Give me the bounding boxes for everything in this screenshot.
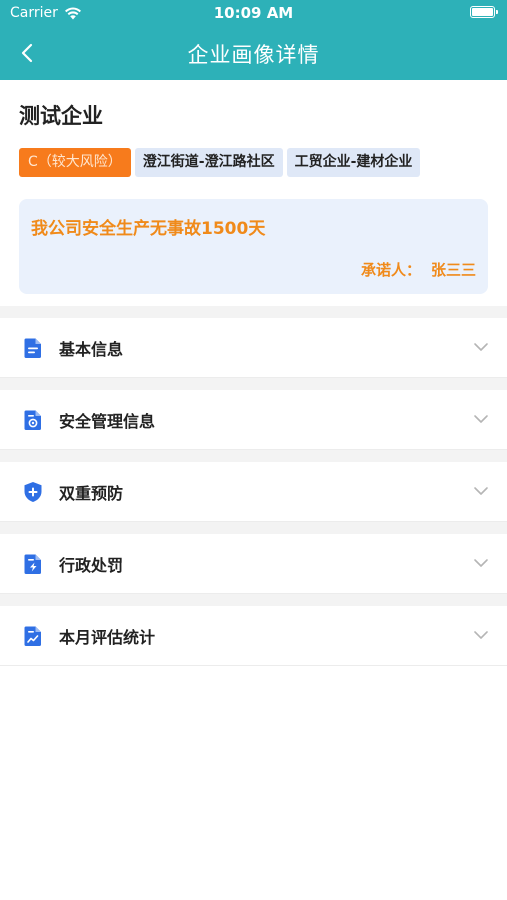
header: Carrier 10:09 AM 企业画像详情: [0, 0, 507, 80]
status-right: [470, 6, 498, 18]
chevron-down-icon: [474, 487, 488, 495]
status-bar: Carrier 10:09 AM: [0, 0, 507, 28]
section-label: 安全管理信息: [59, 411, 156, 431]
pledge-text: 我公司安全生产无事故1500天: [31, 219, 266, 239]
page-title: 企业画像详情: [187, 43, 320, 67]
section-list: 基本信息 安全管理信息 双重预防 行政处罚 本月评估统计: [0, 306, 507, 666]
tag-list: C（较大风险） 澄江街道-澄江路社区 工贸企业-建材企业: [19, 148, 488, 177]
section-administrative-penalty[interactable]: 行政处罚: [0, 534, 507, 594]
pledge-person-label: 承诺人：: [360, 261, 421, 279]
chevron-left-icon: [21, 43, 33, 63]
company-summary: 测试企业 C（较大风险） 澄江街道-澄江路社区 工贸企业-建材企业 我公司安全生…: [0, 100, 507, 294]
section-dual-prevention[interactable]: 双重预防: [0, 462, 507, 522]
section-monthly-assessment[interactable]: 本月评估统计: [0, 606, 507, 666]
divider: [0, 306, 507, 318]
back-button[interactable]: [12, 38, 42, 68]
document-icon: [24, 338, 41, 358]
industry-tag: 工贸企业-建材企业: [286, 148, 421, 177]
battery-icon: [470, 6, 498, 18]
divider: [0, 522, 507, 534]
chevron-down-icon: [474, 631, 488, 639]
section-label: 行政处罚: [59, 555, 124, 575]
divider: [0, 594, 507, 606]
risk-level-tag: C（较大风险）: [19, 148, 131, 177]
divider: [0, 450, 507, 462]
app-screen: Carrier 10:09 AM 企业画像详情 测试企业 C（较大风险） 澄江街…: [0, 0, 507, 900]
chevron-down-icon: [474, 559, 488, 567]
section-label: 双重预防: [59, 483, 124, 503]
nav-bar: 企业画像详情: [0, 28, 507, 80]
status-time: 10:09 AM: [213, 4, 294, 22]
pledge-person-name: 张三三: [430, 261, 476, 279]
chart-document-icon: [24, 626, 41, 646]
section-safety-management[interactable]: 安全管理信息: [0, 390, 507, 450]
divider: [0, 378, 507, 390]
company-name: 测试企业: [19, 104, 103, 128]
pledge-person: 承诺人： 张三三: [361, 259, 476, 280]
safety-pledge-card: 我公司安全生产无事故1500天 承诺人： 张三三: [19, 199, 488, 294]
chevron-down-icon: [474, 415, 488, 423]
section-basic-info[interactable]: 基本信息: [0, 318, 507, 378]
section-label: 基本信息: [59, 339, 124, 359]
section-label: 本月评估统计: [59, 627, 156, 647]
lightning-document-icon: [24, 554, 41, 574]
area-tag: 澄江街道-澄江路社区: [134, 148, 283, 177]
shield-plus-icon: [24, 481, 42, 502]
chevron-down-icon: [474, 343, 488, 351]
settings-document-icon: [24, 410, 41, 430]
